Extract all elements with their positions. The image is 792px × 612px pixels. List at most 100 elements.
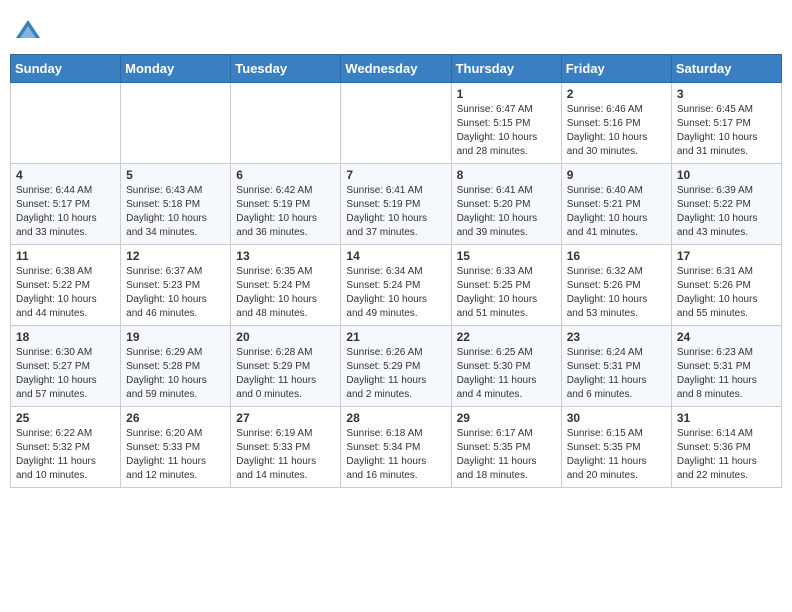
calendar-cell bbox=[231, 83, 341, 164]
day-info: Sunrise: 6:25 AM Sunset: 5:30 PM Dayligh… bbox=[457, 346, 556, 402]
day-number: 26 bbox=[126, 411, 225, 425]
day-number: 27 bbox=[236, 411, 335, 425]
day-number: 29 bbox=[457, 411, 556, 425]
weekday-header-wednesday: Wednesday bbox=[341, 55, 451, 83]
calendar-cell: 5 Sunrise: 6:43 AM Sunset: 5:18 PM Daylig… bbox=[121, 164, 231, 245]
calendar-cell: 14Sunrise: 6:34 AM Sunset: 5:24 PM Dayli… bbox=[341, 245, 451, 326]
day-number: 7 bbox=[346, 168, 445, 182]
calendar-cell: 17 Sunrise: 6:31 AM Sunset: 5:26 PM Dayli… bbox=[671, 245, 781, 326]
day-number: 3 bbox=[677, 87, 776, 101]
weekday-header-friday: Friday bbox=[561, 55, 671, 83]
logo-icon bbox=[14, 16, 42, 44]
day-info: Sunrise: 6:31 AM Sunset: 5:26 PM Dayligh… bbox=[677, 265, 776, 321]
calendar-table: SundayMondayTuesdayWednesdayThursdayFrid… bbox=[10, 54, 782, 488]
calendar-week-row: 25 Sunrise: 6:22 AM Sunset: 5:32 PM Dayli… bbox=[11, 407, 782, 488]
calendar-week-row: 1Sunrise: 6:47 AM Sunset: 5:15 PM Daylig… bbox=[11, 83, 782, 164]
calendar-cell: 22 Sunrise: 6:25 AM Sunset: 5:30 PM Dayli… bbox=[451, 326, 561, 407]
day-number: 23 bbox=[567, 330, 666, 344]
day-info: Sunrise: 6:41 AM Sunset: 5:19 PM Dayligh… bbox=[346, 184, 445, 240]
weekday-header-thursday: Thursday bbox=[451, 55, 561, 83]
day-info: Sunrise: 6:30 AM Sunset: 5:27 PM Dayligh… bbox=[16, 346, 115, 402]
calendar-cell: 27 Sunrise: 6:19 AM Sunset: 5:33 PM Dayli… bbox=[231, 407, 341, 488]
day-number: 1 bbox=[457, 87, 556, 101]
day-info: Sunrise: 6:18 AM Sunset: 5:34 PM Dayligh… bbox=[346, 427, 445, 483]
day-number: 10 bbox=[677, 168, 776, 182]
calendar-cell: 29 Sunrise: 6:17 AM Sunset: 5:35 PM Dayli… bbox=[451, 407, 561, 488]
day-info: Sunrise: 6:15 AM Sunset: 5:35 PM Dayligh… bbox=[567, 427, 666, 483]
calendar-week-row: 11 Sunrise: 6:38 AM Sunset: 5:22 PM Dayli… bbox=[11, 245, 782, 326]
calendar-cell: 13 Sunrise: 6:35 AM Sunset: 5:24 PM Dayli… bbox=[231, 245, 341, 326]
day-info: Sunrise: 6:19 AM Sunset: 5:33 PM Dayligh… bbox=[236, 427, 335, 483]
calendar-cell: 2Sunrise: 6:46 AM Sunset: 5:16 PM Daylig… bbox=[561, 83, 671, 164]
day-info: Sunrise: 6:32 AM Sunset: 5:26 PM Dayligh… bbox=[567, 265, 666, 321]
calendar-cell: 11 Sunrise: 6:38 AM Sunset: 5:22 PM Dayli… bbox=[11, 245, 121, 326]
logo bbox=[14, 16, 46, 44]
calendar-cell: 19 Sunrise: 6:29 AM Sunset: 5:28 PM Dayli… bbox=[121, 326, 231, 407]
calendar-cell: 18 Sunrise: 6:30 AM Sunset: 5:27 PM Dayli… bbox=[11, 326, 121, 407]
calendar-cell: 31 Sunrise: 6:14 AM Sunset: 5:36 PM Dayli… bbox=[671, 407, 781, 488]
calendar-cell: 8 Sunrise: 6:41 AM Sunset: 5:20 PM Daylig… bbox=[451, 164, 561, 245]
calendar-cell: 20 Sunrise: 6:28 AM Sunset: 5:29 PM Dayli… bbox=[231, 326, 341, 407]
day-number: 25 bbox=[16, 411, 115, 425]
day-info: Sunrise: 6:26 AM Sunset: 5:29 PM Dayligh… bbox=[346, 346, 445, 402]
day-number: 22 bbox=[457, 330, 556, 344]
day-number: 17 bbox=[677, 249, 776, 263]
calendar-cell: 3 Sunrise: 6:45 AM Sunset: 5:17 PM Daylig… bbox=[671, 83, 781, 164]
day-number: 13 bbox=[236, 249, 335, 263]
day-info: Sunrise: 6:28 AM Sunset: 5:29 PM Dayligh… bbox=[236, 346, 335, 402]
calendar-cell: 9 Sunrise: 6:40 AM Sunset: 5:21 PM Daylig… bbox=[561, 164, 671, 245]
day-number: 21 bbox=[346, 330, 445, 344]
calendar-cell: 6Sunrise: 6:42 AM Sunset: 5:19 PM Daylig… bbox=[231, 164, 341, 245]
day-number: 20 bbox=[236, 330, 335, 344]
calendar-cell: 15 Sunrise: 6:33 AM Sunset: 5:25 PM Dayli… bbox=[451, 245, 561, 326]
day-info: Sunrise: 6:43 AM Sunset: 5:18 PM Dayligh… bbox=[126, 184, 225, 240]
calendar-cell: 25 Sunrise: 6:22 AM Sunset: 5:32 PM Dayli… bbox=[11, 407, 121, 488]
calendar-cell: 12 Sunrise: 6:37 AM Sunset: 5:23 PM Dayli… bbox=[121, 245, 231, 326]
day-info: Sunrise: 6:44 AM Sunset: 5:17 PM Dayligh… bbox=[16, 184, 115, 240]
calendar-cell: 10Sunrise: 6:39 AM Sunset: 5:22 PM Dayli… bbox=[671, 164, 781, 245]
day-info: Sunrise: 6:45 AM Sunset: 5:17 PM Dayligh… bbox=[677, 103, 776, 159]
calendar-week-row: 4 Sunrise: 6:44 AM Sunset: 5:17 PM Daylig… bbox=[11, 164, 782, 245]
weekday-header-monday: Monday bbox=[121, 55, 231, 83]
day-number: 11 bbox=[16, 249, 115, 263]
day-info: Sunrise: 6:20 AM Sunset: 5:33 PM Dayligh… bbox=[126, 427, 225, 483]
day-info: Sunrise: 6:24 AM Sunset: 5:31 PM Dayligh… bbox=[567, 346, 666, 402]
day-number: 19 bbox=[126, 330, 225, 344]
day-number: 5 bbox=[126, 168, 225, 182]
day-info: Sunrise: 6:35 AM Sunset: 5:24 PM Dayligh… bbox=[236, 265, 335, 321]
day-info: Sunrise: 6:22 AM Sunset: 5:32 PM Dayligh… bbox=[16, 427, 115, 483]
calendar-cell: 1Sunrise: 6:47 AM Sunset: 5:15 PM Daylig… bbox=[451, 83, 561, 164]
day-info: Sunrise: 6:23 AM Sunset: 5:31 PM Dayligh… bbox=[677, 346, 776, 402]
page-header bbox=[10, 10, 782, 50]
day-info: Sunrise: 6:37 AM Sunset: 5:23 PM Dayligh… bbox=[126, 265, 225, 321]
calendar-cell: 23 Sunrise: 6:24 AM Sunset: 5:31 PM Dayli… bbox=[561, 326, 671, 407]
day-info: Sunrise: 6:41 AM Sunset: 5:20 PM Dayligh… bbox=[457, 184, 556, 240]
weekday-header-sunday: Sunday bbox=[11, 55, 121, 83]
day-number: 30 bbox=[567, 411, 666, 425]
weekday-header-tuesday: Tuesday bbox=[231, 55, 341, 83]
day-number: 24 bbox=[677, 330, 776, 344]
day-number: 8 bbox=[457, 168, 556, 182]
day-info: Sunrise: 6:14 AM Sunset: 5:36 PM Dayligh… bbox=[677, 427, 776, 483]
calendar-cell: 16Sunrise: 6:32 AM Sunset: 5:26 PM Dayli… bbox=[561, 245, 671, 326]
calendar-cell: 7 Sunrise: 6:41 AM Sunset: 5:19 PM Daylig… bbox=[341, 164, 451, 245]
day-number: 18 bbox=[16, 330, 115, 344]
day-number: 28 bbox=[346, 411, 445, 425]
day-info: Sunrise: 6:29 AM Sunset: 5:28 PM Dayligh… bbox=[126, 346, 225, 402]
day-info: Sunrise: 6:33 AM Sunset: 5:25 PM Dayligh… bbox=[457, 265, 556, 321]
day-number: 9 bbox=[567, 168, 666, 182]
day-info: Sunrise: 6:17 AM Sunset: 5:35 PM Dayligh… bbox=[457, 427, 556, 483]
calendar-week-row: 18 Sunrise: 6:30 AM Sunset: 5:27 PM Dayli… bbox=[11, 326, 782, 407]
calendar-cell bbox=[11, 83, 121, 164]
day-number: 4 bbox=[16, 168, 115, 182]
calendar-cell: 4 Sunrise: 6:44 AM Sunset: 5:17 PM Daylig… bbox=[11, 164, 121, 245]
day-info: Sunrise: 6:34 AM Sunset: 5:24 PM Dayligh… bbox=[346, 265, 445, 321]
day-number: 15 bbox=[457, 249, 556, 263]
calendar-cell bbox=[341, 83, 451, 164]
day-info: Sunrise: 6:38 AM Sunset: 5:22 PM Dayligh… bbox=[16, 265, 115, 321]
day-number: 31 bbox=[677, 411, 776, 425]
day-info: Sunrise: 6:40 AM Sunset: 5:21 PM Dayligh… bbox=[567, 184, 666, 240]
calendar-cell: 24 Sunrise: 6:23 AM Sunset: 5:31 PM Dayli… bbox=[671, 326, 781, 407]
day-number: 12 bbox=[126, 249, 225, 263]
calendar-cell: 28 Sunrise: 6:18 AM Sunset: 5:34 PM Dayli… bbox=[341, 407, 451, 488]
